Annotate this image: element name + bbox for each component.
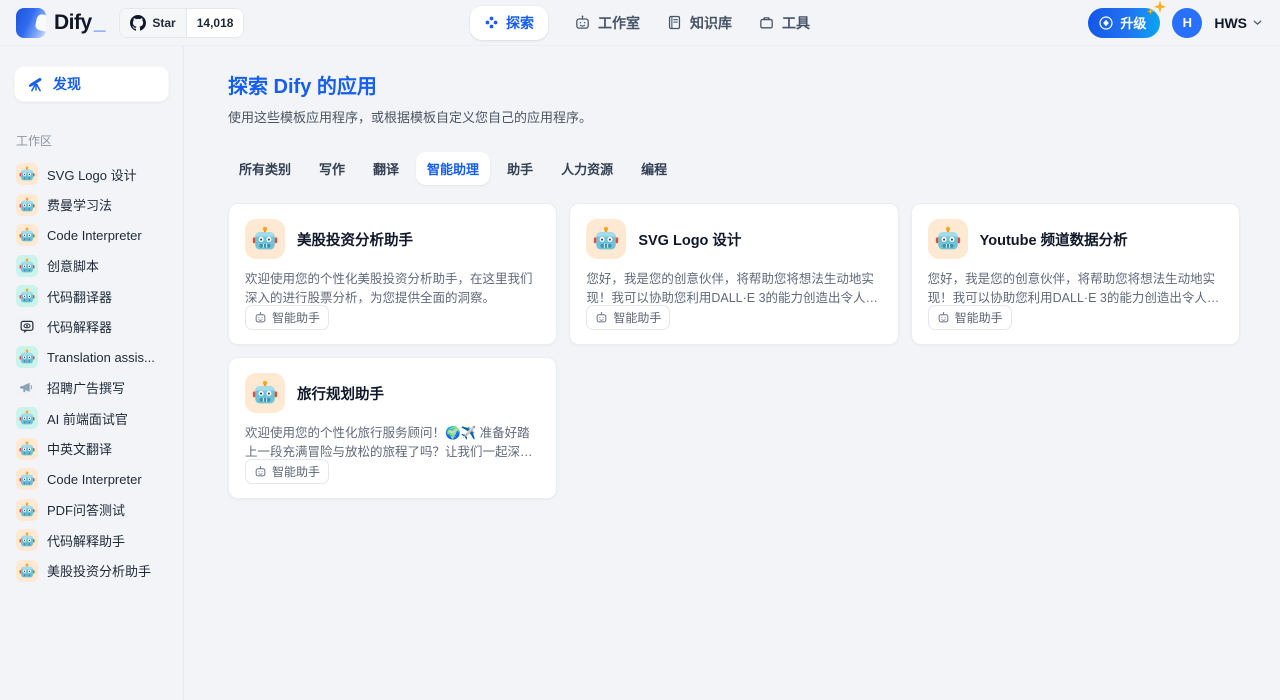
robot-icon xyxy=(16,560,38,582)
sparkle-icon xyxy=(1152,0,1168,15)
avatar[interactable]: H xyxy=(1172,8,1202,38)
nav-item-studio[interactable]: 工作室 xyxy=(574,13,640,33)
upgrade-button[interactable]: 升级 xyxy=(1088,8,1160,38)
sidebar-item-code-interpreter[interactable]: Code Interpreter xyxy=(0,220,183,251)
card-title: 旅行规划助手 xyxy=(297,383,384,404)
app-card-youtube-analytics[interactable]: Youtube 频道数据分析 您好，我是您的创意伙伴，将帮助您将想法生动地实现！… xyxy=(911,203,1240,345)
robot-head-icon xyxy=(595,311,608,324)
robot-icon xyxy=(16,346,38,368)
robot-icon xyxy=(16,499,38,521)
github-star-widget[interactable]: Star 14,018 xyxy=(119,8,244,38)
main-content: 探索 Dify 的应用 使用这些模板应用程序，或根据模板自定义您自己的应用程序。… xyxy=(184,46,1280,700)
dify-logo-text: Dify xyxy=(54,11,92,35)
card-mode-badge: 智能助手 xyxy=(245,459,329,484)
sidebar-item-code-interpreter-2[interactable]: Code Interpreter xyxy=(0,464,183,495)
gem-icon xyxy=(1098,15,1114,31)
app-card-grid: 美股投资分析助手 欢迎使用您的个性化美股投资分析助手，在这里我们深入的进行股票分… xyxy=(228,203,1240,499)
card-mode-badge: 智能助手 xyxy=(245,305,329,330)
tab-translation[interactable]: 翻译 xyxy=(362,152,410,185)
page-title: 探索 Dify 的应用 xyxy=(228,70,1240,99)
studio-robot-icon xyxy=(574,14,591,31)
card-title: 美股投资分析助手 xyxy=(297,229,413,250)
robot-icon xyxy=(16,224,38,246)
sidebar-item-code-translator[interactable]: 代码翻译器 xyxy=(0,281,183,312)
explore-icon xyxy=(484,15,499,30)
sidebar-item-code-explain-assistant[interactable]: 代码解释助手 xyxy=(0,525,183,556)
tab-hr[interactable]: 人力资源 xyxy=(550,152,624,185)
workspace-section-label: 工作区 xyxy=(16,132,183,149)
sidebar-item-ai-frontend-interviewer[interactable]: AI 前端面试官 xyxy=(0,403,183,434)
card-mode-badge: 智能助手 xyxy=(928,305,1012,330)
nav-item-knowledge[interactable]: 知识库 xyxy=(666,13,732,33)
app-card-us-stock[interactable]: 美股投资分析助手 欢迎使用您的个性化美股投资分析助手，在这里我们深入的进行股票分… xyxy=(228,203,557,345)
robot-icon xyxy=(586,219,626,259)
card-description: 您好，我是您的创意伙伴，将帮助您将想法生动地实现！我可以协助您利用DALL·E … xyxy=(586,270,881,305)
card-title: Youtube 频道数据分析 xyxy=(980,229,1128,250)
card-mode-badge: 智能助手 xyxy=(586,305,670,330)
sidebar-item-cn-en-translation[interactable]: 中英文翻译 xyxy=(0,434,183,465)
robot-icon xyxy=(16,468,38,490)
robot-head-icon xyxy=(254,465,267,478)
app-card-svg-logo[interactable]: SVG Logo 设计 您好，我是您的创意伙伴，将帮助您将想法生动地实现！我可以… xyxy=(569,203,898,345)
header-right: 升级 H HWS xyxy=(1088,8,1264,38)
tab-writing[interactable]: 写作 xyxy=(308,152,356,185)
primary-nav: 探索 工作室 知识库 工具 xyxy=(470,6,810,40)
sidebar-discover-button[interactable]: 发现 xyxy=(14,66,169,102)
sidebar: 发现 工作区 SVG Logo 设计 费曼学习法 Code Interprete… xyxy=(0,46,184,700)
workspace-app-list: SVG Logo 设计 费曼学习法 Code Interpreter 创意脚本 … xyxy=(0,159,183,586)
github-star-count[interactable]: 14,018 xyxy=(187,9,244,37)
robot-head-icon xyxy=(937,311,950,324)
robot-icon xyxy=(16,255,38,277)
sidebar-item-translation-assistant[interactable]: Translation assis... xyxy=(0,342,183,373)
robot-icon xyxy=(16,438,38,460)
sidebar-item-feynman[interactable]: 费曼学习法 xyxy=(0,190,183,221)
sidebar-item-us-stock-assistant[interactable]: 美股投资分析助手 xyxy=(0,556,183,587)
category-tabs: 所有类别 写作 翻译 智能助理 助手 人力资源 编程 xyxy=(228,152,1240,185)
dify-logo-underscore: _ xyxy=(94,11,106,35)
card-description: 欢迎使用您的个性化美股投资分析助手，在这里我们深入的进行股票分析，为您提供全面的… xyxy=(245,270,540,305)
card-description: 欢迎使用您的个性化旅行服务顾问！🌍✈️ 准备好踏上一段充满冒险与放松的旅程了吗？… xyxy=(245,424,540,459)
tab-assistant[interactable]: 助手 xyxy=(496,152,544,185)
robot-icon xyxy=(928,219,968,259)
robot-icon xyxy=(16,285,38,307)
sidebar-item-svg-logo-design[interactable]: SVG Logo 设计 xyxy=(0,159,183,190)
github-icon xyxy=(130,15,146,31)
card-description: 您好，我是您的创意伙伴，将帮助您将想法生动地实现！我可以协助您利用DALL·E … xyxy=(928,270,1223,305)
sidebar-item-code-explainer[interactable]: 代码解释器 xyxy=(0,312,183,343)
robot-icon xyxy=(245,373,285,413)
megaphone-icon xyxy=(16,377,38,399)
telescope-icon xyxy=(27,75,45,93)
robot-icon xyxy=(16,407,38,429)
robot-icon xyxy=(16,163,38,185)
robot-icon xyxy=(16,529,38,551)
dify-logo[interactable]: Dify _ xyxy=(16,8,105,38)
card-title: SVG Logo 设计 xyxy=(638,229,741,250)
nav-item-tools[interactable]: 工具 xyxy=(758,13,810,33)
toolbox-icon xyxy=(758,14,775,31)
top-header: Dify _ Star 14,018 探索 工作室 知识库 工具 xyxy=(0,0,1280,46)
github-star-label: Star xyxy=(152,16,175,30)
sidebar-item-pdf-qa-test[interactable]: PDF问答测试 xyxy=(0,495,183,526)
nav-item-explore[interactable]: 探索 xyxy=(470,6,548,40)
account-menu[interactable]: HWS xyxy=(1214,15,1264,31)
eye-speech-bubble-icon xyxy=(16,316,38,338)
book-icon xyxy=(666,14,683,31)
robot-icon xyxy=(16,194,38,216)
tab-all-categories[interactable]: 所有类别 xyxy=(228,152,302,185)
sidebar-item-recruitment-ad[interactable]: 招聘广告撰写 xyxy=(0,373,183,404)
tab-programming[interactable]: 编程 xyxy=(630,152,678,185)
page-subtitle: 使用这些模板应用程序，或根据模板自定义您自己的应用程序。 xyxy=(228,107,1240,126)
dify-logo-icon xyxy=(16,8,46,38)
app-card-travel-planner[interactable]: 旅行规划助手 欢迎使用您的个性化旅行服务顾问！🌍✈️ 准备好踏上一段充满冒险与放… xyxy=(228,357,557,499)
robot-head-icon xyxy=(254,311,267,324)
tab-smart-assistant[interactable]: 智能助理 xyxy=(416,152,490,185)
chevron-down-icon xyxy=(1251,16,1264,29)
github-star-button[interactable]: Star xyxy=(120,9,186,37)
sidebar-item-creative-script[interactable]: 创意脚本 xyxy=(0,251,183,282)
robot-icon xyxy=(245,219,285,259)
